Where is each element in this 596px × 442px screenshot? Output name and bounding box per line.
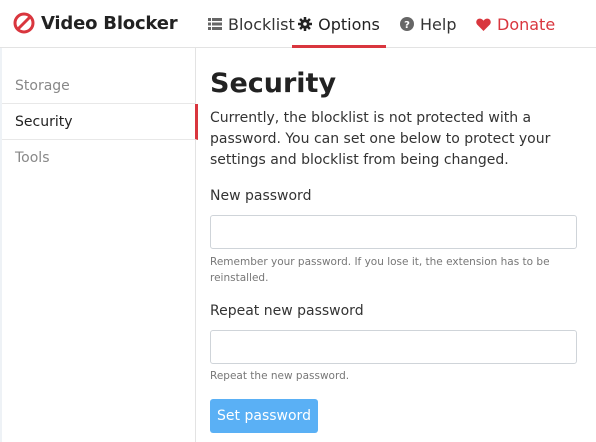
nav-donate[interactable]: Donate (476, 0, 555, 48)
nav-help[interactable]: ? Help (400, 0, 456, 48)
sidebar-item-security[interactable]: Security (2, 104, 198, 140)
new-password-label: New password (210, 188, 312, 204)
heart-icon (476, 18, 491, 31)
question-circle-icon: ? (400, 17, 414, 31)
nav-donate-label: Donate (497, 14, 556, 34)
sidebar: Storage Security Tools (0, 48, 198, 442)
nav-help-label: Help (420, 14, 457, 34)
gear-icon (298, 17, 313, 31)
page-title: Security (210, 68, 337, 99)
set-password-button[interactable]: Set password (210, 399, 318, 433)
security-description: Currently, the blocklist is not protecte… (210, 110, 551, 168)
brand[interactable]: Video Blocker (13, 9, 178, 37)
no-entry-icon (13, 12, 35, 34)
repeat-password-label: Repeat new password (210, 303, 364, 319)
sidebar-item-tools[interactable]: Tools (2, 140, 196, 176)
brand-name: Video Blocker (41, 12, 178, 34)
new-password-field[interactable] (210, 215, 577, 249)
repeat-password-help: Repeat the new password. (210, 370, 350, 382)
sidebar-item-storage[interactable]: Storage (2, 68, 196, 104)
repeat-password-field[interactable] (210, 330, 577, 364)
nav-blocklist-label: Blocklist (228, 14, 295, 34)
nav-blocklist[interactable]: Blocklist (208, 0, 295, 48)
nav-options[interactable]: Options (292, 0, 386, 48)
list-icon (208, 18, 222, 30)
svg-text:?: ? (404, 20, 410, 31)
nav-options-label: Options (318, 14, 380, 34)
top-navbar: Video Blocker Blocklist Options ? Help D… (0, 0, 596, 48)
new-password-help: Remember your password. If you lose it, … (210, 256, 550, 284)
